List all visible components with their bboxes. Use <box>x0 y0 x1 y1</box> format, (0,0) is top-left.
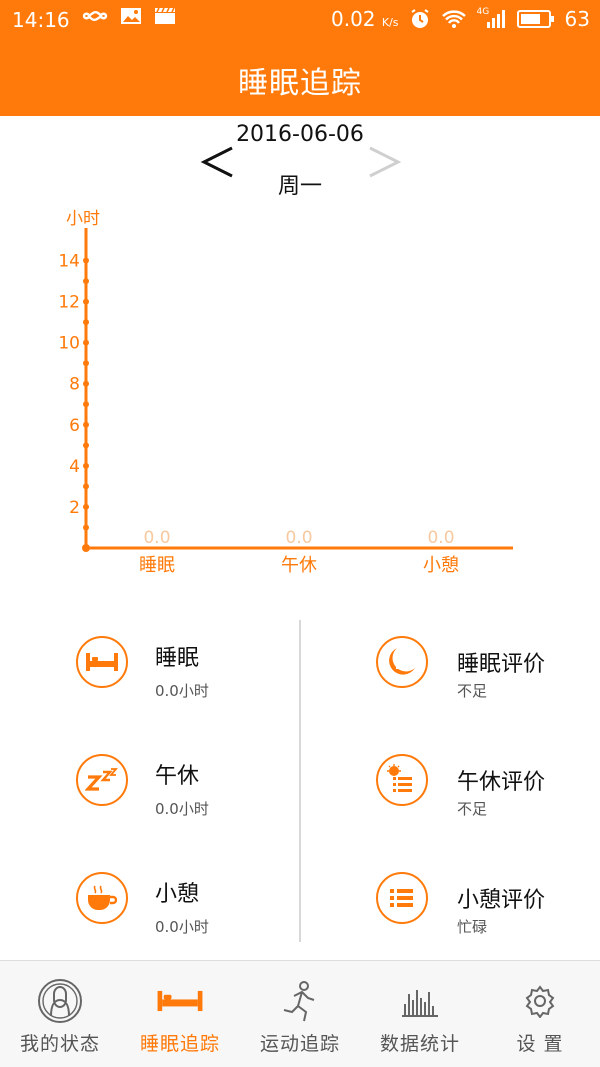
category-label: 午休 <box>281 555 317 576</box>
clapper-icon <box>155 7 175 24</box>
bar-value-label: 0.0 <box>427 528 454 548</box>
y-tick-label: 8 <box>69 375 80 395</box>
summary-title: 小憩 <box>155 882 200 907</box>
wifi-icon <box>441 10 466 28</box>
y-tick-mark <box>83 462 89 469</box>
battery-level: 63 <box>564 7 590 31</box>
summary-title: 小憩评价 <box>457 888 546 913</box>
tab-sleep-tracking[interactable]: 睡眠追踪 <box>120 961 240 1067</box>
summary-divider <box>299 620 301 942</box>
y-tick-mark <box>83 339 89 346</box>
profile-icon <box>36 979 84 1023</box>
summary-value: 不足 <box>457 800 488 818</box>
tab-statistics[interactable]: 数据统计 <box>360 961 480 1067</box>
bar-value-label: 0.0 <box>143 528 170 548</box>
summary-item-nap[interactable]: 午休 0.0小时 <box>76 746 286 826</box>
y-tick-mark <box>83 298 89 305</box>
summary-item-sleep-rating[interactable]: 睡眠评价 不足 <box>376 628 591 708</box>
category-label: 小憩 <box>423 555 459 576</box>
y-tick-label: 2 <box>69 498 80 518</box>
y-axis-label: 小时 <box>66 209 100 229</box>
status-right: 0.02 K/s 4G 63 <box>331 7 590 31</box>
origin-dot <box>82 544 90 552</box>
tab-label: 数据统计 <box>379 1033 460 1055</box>
net-speed: 0.02 K/s <box>331 7 399 31</box>
category-label: 睡眠 <box>139 555 175 576</box>
y-tick-label: 4 <box>69 457 80 477</box>
app-root: 14:16 0.02 K/s 4G 63 睡眠追踪 2016-06-06 周一 … <box>0 0 600 1067</box>
list-icon <box>376 872 428 924</box>
tab-label: 睡眠追踪 <box>139 1033 220 1055</box>
bed-icon <box>76 636 128 688</box>
infinity-icon <box>82 11 108 21</box>
top-bar: 14:16 0.02 K/s 4G 63 睡眠追踪 <box>0 0 600 116</box>
y-tick-mark <box>83 401 89 408</box>
summary-panel: 睡眠 0.0小时 午休 0.0小时 小憩 0.0小时 睡眠评价 不足 午休评价 … <box>0 620 600 945</box>
date-nav: 2016-06-06 周一 <box>0 116 600 199</box>
summary-value: 0.0小时 <box>155 800 209 818</box>
y-tick-label: 6 <box>69 416 80 436</box>
y-tick-mark <box>83 483 89 490</box>
summary-value: 0.0小时 <box>155 918 209 936</box>
summary-title: 午休 <box>155 764 200 789</box>
tab-label: 我的状态 <box>19 1033 100 1055</box>
moon-list-icon <box>376 636 428 688</box>
y-tick-mark <box>83 360 89 367</box>
status-time: 14:16 <box>12 8 70 32</box>
y-tick-mark <box>83 278 89 285</box>
summary-value: 忙碌 <box>457 918 488 936</box>
image-icon <box>121 8 141 24</box>
tab-exercise-tracking[interactable]: 运动追踪 <box>240 961 360 1067</box>
alarm-icon <box>410 9 429 28</box>
prev-day-button[interactable] <box>198 140 238 184</box>
y-tick-mark <box>83 319 89 326</box>
status-bar: 14:16 0.02 K/s 4G 63 <box>0 0 600 40</box>
bottom-nav: 我的状态 睡眠追踪 运动追踪 数据统计 设 置 <box>0 960 600 1067</box>
page-title: 睡眠追踪 <box>238 66 362 101</box>
summary-title: 午休评价 <box>457 770 546 795</box>
signal-icon: 4G <box>477 7 507 29</box>
stats-icon <box>396 979 444 1023</box>
y-tick-mark <box>83 380 89 387</box>
summary-value: 0.0小时 <box>155 682 209 700</box>
bar-value-label: 0.0 <box>285 528 312 548</box>
y-tick-label: 10 <box>58 334 80 354</box>
tab-my-status[interactable]: 我的状态 <box>0 961 120 1067</box>
y-tick-mark <box>83 421 89 428</box>
sleep-chart: 小时 2 4 6 8 10 12 14 0.0 睡眠 0.0 午休 0.0 小憩 <box>58 209 513 576</box>
bed-icon <box>156 979 204 1023</box>
summary-item-rest[interactable]: 小憩 0.0小时 <box>76 864 286 944</box>
status-left-icons <box>82 7 176 25</box>
coffee-cup-icon <box>76 872 128 924</box>
tab-settings[interactable]: 设 置 <box>480 961 600 1067</box>
summary-item-nap-rating[interactable]: 午休评价 不足 <box>376 746 591 826</box>
tab-label: 设 置 <box>516 1033 564 1055</box>
gear-icon <box>516 979 564 1023</box>
y-tick-label: 12 <box>58 293 80 313</box>
summary-item-sleep[interactable]: 睡眠 0.0小时 <box>76 628 286 708</box>
current-date: 2016-06-06 <box>236 122 364 147</box>
summary-title: 睡眠 <box>155 646 200 671</box>
y-tick-mark <box>83 442 89 449</box>
y-tick-mark <box>83 503 89 510</box>
zzz-icon <box>76 754 128 806</box>
sun-list-icon <box>376 754 428 806</box>
summary-value: 不足 <box>457 682 488 700</box>
summary-title: 睡眠评价 <box>457 652 546 677</box>
summary-item-rest-rating[interactable]: 小憩评价 忙碌 <box>376 864 591 944</box>
tab-label: 运动追踪 <box>259 1033 340 1055</box>
y-tick-label: 14 <box>58 252 80 272</box>
y-tick-mark <box>83 257 89 264</box>
next-day-button[interactable] <box>364 140 404 184</box>
y-tick-mark <box>83 524 89 531</box>
runner-icon <box>276 979 324 1023</box>
battery-icon <box>516 10 554 28</box>
